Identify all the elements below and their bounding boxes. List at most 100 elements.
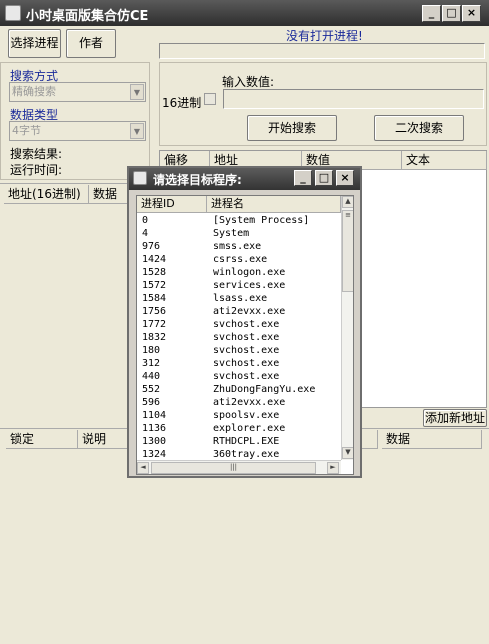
select-process-button[interactable]: 选择进程 (8, 29, 61, 58)
process-id: 1584 (142, 293, 167, 304)
process-row[interactable]: 1528 winlogon.exe (137, 266, 341, 279)
window-title: 小时桌面版集合仿CE (26, 9, 149, 24)
process-status: 没有打开进程! (286, 29, 363, 43)
column-header-process-name[interactable]: 进程名 (207, 196, 341, 213)
maximize-icon[interactable]: □ (442, 5, 461, 22)
minimize-icon[interactable]: _ (422, 5, 441, 22)
title-bar: 小时桌面版集合仿CE _ □ × (0, 0, 489, 26)
process-row[interactable]: 0 [System Process] (137, 214, 341, 227)
input-value-label: 输入数值: (222, 75, 275, 89)
process-select-dialog: 请选择目标程序: _ □ × 进程ID 进程名 0 [System Process… (127, 166, 362, 478)
process-row[interactable]: 552 ZhuDongFangYu.exe (137, 383, 341, 396)
app-icon (5, 5, 21, 21)
status-bar-field (159, 43, 485, 59)
scroll-right-icon[interactable]: ► (327, 462, 339, 474)
horizontal-scrollbar[interactable]: ◄ ||| ► (137, 460, 341, 474)
column-header-lock[interactable]: 锁定 (6, 430, 78, 449)
vertical-scrollbar[interactable]: ▲ ≡ ▼ (341, 196, 353, 460)
process-row[interactable]: 1424 csrss.exe (137, 253, 341, 266)
start-search-button[interactable]: 开始搜索 (247, 115, 337, 141)
column-header-text[interactable]: 文本 (402, 151, 487, 170)
process-id: 1772 (142, 319, 167, 330)
column-header-address[interactable]: 地址(16进制) (4, 185, 89, 204)
second-search-button[interactable]: 二次搜索 (374, 115, 464, 141)
process-id: 1136 (142, 423, 167, 434)
process-row[interactable]: 1136 explorer.exe (137, 422, 341, 435)
data-type-select[interactable]: 4字节 ▼ (9, 121, 146, 141)
process-name: svchost.exe (213, 345, 280, 356)
process-name: svchost.exe (213, 332, 280, 343)
process-row[interactable]: 1772 svchost.exe (137, 318, 341, 331)
process-id: 596 (142, 397, 161, 408)
dialog-title: 请选择目标程序: (153, 173, 242, 187)
process-id: 440 (142, 371, 161, 382)
process-row[interactable]: 1756 ati2evxx.exe (137, 305, 341, 318)
process-list[interactable]: 进程ID 进程名 0 [System Process] 4 System 976 smss… (136, 195, 354, 475)
process-name: services.exe (213, 280, 286, 291)
author-button[interactable]: 作者 (66, 29, 116, 58)
process-row[interactable]: 312 svchost.exe (137, 357, 341, 370)
process-name: svchost.exe (213, 319, 280, 330)
scroll-down-icon[interactable]: ▼ (342, 447, 353, 459)
close-icon[interactable]: × (336, 170, 354, 186)
process-row[interactable]: 180 svchost.exe (137, 344, 341, 357)
process-id: 0 (142, 215, 149, 226)
scroll-left-icon[interactable]: ◄ (137, 462, 149, 474)
process-name: svchost.exe (213, 371, 280, 382)
process-id: 312 (142, 358, 161, 369)
data-type-value: 4字节 (12, 124, 41, 137)
process-name: csrss.exe (213, 254, 268, 265)
h-scroll-thumb[interactable]: ||| (151, 462, 316, 474)
hex-checkbox[interactable] (204, 93, 216, 105)
search-results-label: 搜索结果: (10, 147, 63, 161)
process-row[interactable]: 4 System (137, 227, 341, 240)
chevron-down-icon[interactable]: ▼ (130, 84, 144, 100)
process-name: spoolsv.exe (213, 410, 280, 421)
process-name: svchost.exe (213, 358, 280, 369)
chevron-down-icon[interactable]: ▼ (130, 123, 144, 139)
process-row[interactable]: 1584 lsass.exe (137, 292, 341, 305)
process-id: 976 (142, 241, 161, 252)
process-row[interactable]: 1832 svchost.exe (137, 331, 341, 344)
process-row[interactable]: 1572 services.exe (137, 279, 341, 292)
scroll-up-icon[interactable]: ▲ (342, 196, 353, 208)
process-row[interactable]: 976 smss.exe (137, 240, 341, 253)
process-id: 1424 (142, 254, 167, 265)
close-icon[interactable]: × (462, 5, 481, 22)
process-id: 1832 (142, 332, 167, 343)
process-id: 180 (142, 345, 161, 356)
search-mode-select[interactable]: 精确搜索 ▼ (9, 82, 146, 102)
process-row[interactable]: 1104 spoolsv.exe (137, 409, 341, 422)
search-value-input[interactable] (223, 89, 484, 109)
maximize-icon[interactable]: □ (315, 170, 333, 186)
run-time-label: 运行时间: (10, 163, 63, 177)
scroll-thumb[interactable]: ≡ (342, 210, 353, 292)
process-row[interactable]: 596 ati2evxx.exe (137, 396, 341, 409)
process-id: 1104 (142, 410, 167, 421)
process-id: 1528 (142, 267, 167, 278)
process-id: 4 (142, 228, 149, 239)
hex-label: 16进制 (162, 96, 202, 110)
dialog-title-bar: 请选择目标程序: _ □ × (129, 168, 360, 190)
process-name: ZhuDongFangYu.exe (213, 384, 316, 395)
minimize-icon[interactable]: _ (294, 170, 312, 186)
process-row[interactable]: 1300 RTHDCPL.EXE (137, 435, 341, 448)
process-id: 1300 (142, 436, 167, 447)
column-header-saved-data[interactable]: 数据 (382, 430, 482, 449)
app-icon (133, 171, 147, 185)
process-name: System (213, 228, 250, 239)
process-name: smss.exe (213, 241, 262, 252)
add-address-button[interactable]: 添加新地址 (423, 409, 487, 427)
process-name: lsass.exe (213, 293, 268, 304)
process-name: ati2evxx.exe (213, 306, 286, 317)
process-id: 552 (142, 384, 161, 395)
process-id: 1572 (142, 280, 167, 291)
process-name: ati2evxx.exe (213, 397, 286, 408)
process-name: explorer.exe (213, 423, 286, 434)
process-id: 1756 (142, 306, 167, 317)
column-header-pid[interactable]: 进程ID (137, 196, 207, 213)
process-name: [System Process] (213, 215, 310, 226)
process-name: RTHDCPL.EXE (213, 436, 280, 447)
search-mode-value: 精确搜索 (12, 85, 56, 98)
process-row[interactable]: 440 svchost.exe (137, 370, 341, 383)
